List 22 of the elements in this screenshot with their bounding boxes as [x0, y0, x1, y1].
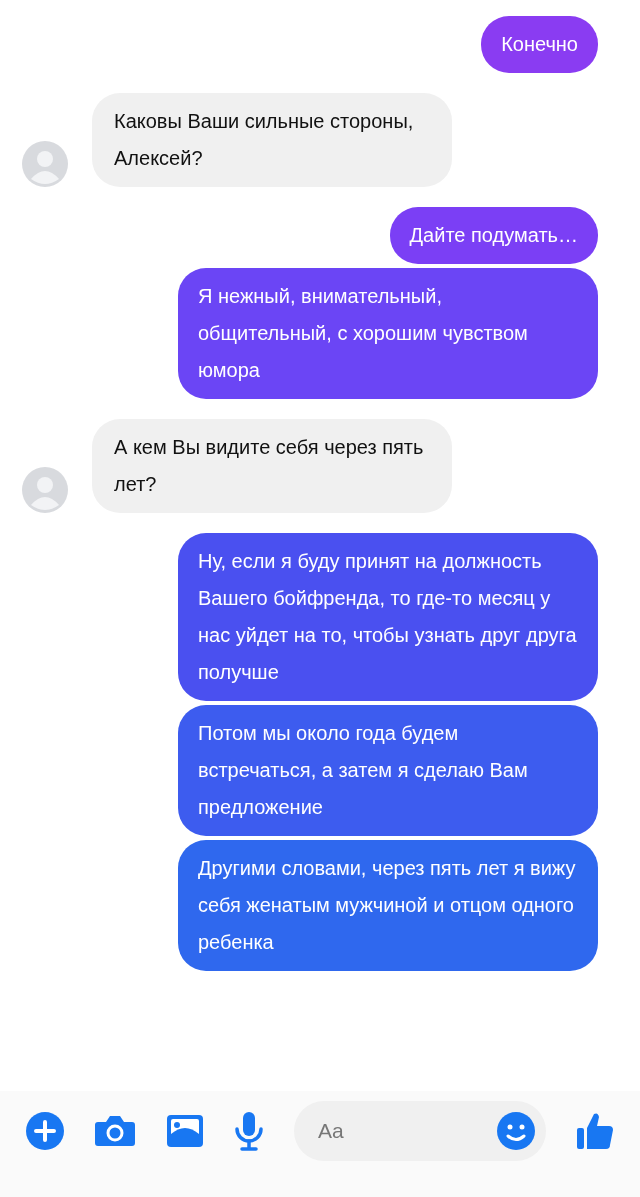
message-bubble: Другими словами, через пять лет я вижу себя женатым мужчиной и отцом одного ребенка: [178, 840, 598, 971]
message-bubble: Я нежный, внимательный, общительный, с хорошим чувством юмора: [178, 268, 598, 399]
thumbs-up-icon: [576, 1111, 614, 1151]
like-button[interactable]: [576, 1111, 614, 1151]
plus-icon: [26, 1112, 64, 1150]
avatar-icon: [22, 467, 68, 513]
message-bubble: Ну, если я буду принят на должность Вашего бойфренда, то где-то месяц у нас уйдет на то, чтобы узнать друг друга получше: [178, 533, 598, 701]
add-button[interactable]: [26, 1112, 64, 1150]
camera-icon: [94, 1114, 136, 1148]
message-bubble: Дайте подумать…: [389, 207, 598, 264]
camera-button[interactable]: [94, 1114, 136, 1148]
message-bubble: А кем Вы видите себя через пять лет?: [92, 419, 452, 513]
gallery-button[interactable]: [166, 1114, 204, 1148]
message-field[interactable]: Aa: [294, 1101, 546, 1161]
microphone-icon: [234, 1111, 264, 1151]
message-bubble: Конечно: [481, 16, 598, 73]
smiley-icon[interactable]: [496, 1111, 536, 1151]
avatar-icon: [22, 141, 68, 187]
message-bubble: Каковы Ваши сильные стороны, Алексей?: [92, 93, 452, 187]
microphone-button[interactable]: [234, 1111, 264, 1151]
message-bubble: Потом мы около года будем встречаться, а затем я сделаю Вам предложение: [178, 705, 598, 836]
image-icon: [166, 1114, 204, 1148]
